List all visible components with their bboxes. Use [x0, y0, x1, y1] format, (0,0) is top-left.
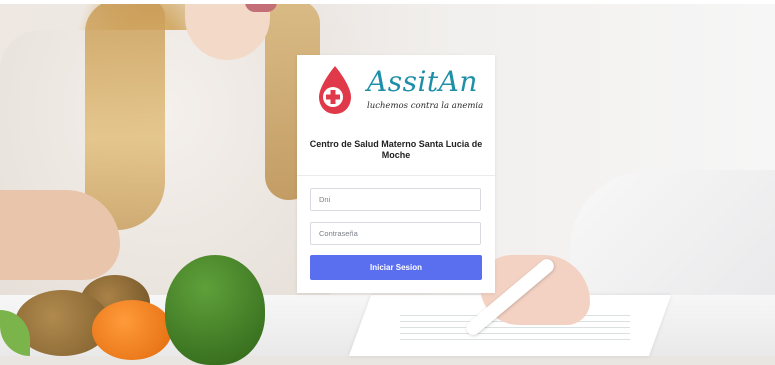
background-orange — [92, 300, 172, 360]
background-arm — [0, 190, 120, 280]
login-button[interactable]: Iniciar Sesion — [310, 255, 482, 280]
login-card: AssitAn luchemos contra la anemia Centro… — [297, 55, 495, 293]
background-hair-left — [85, 0, 165, 230]
divider — [297, 175, 495, 176]
background-avocado — [165, 255, 265, 365]
brand-tagline: luchemos contra la anemia — [367, 101, 484, 111]
brand-logo: AssitAn luchemos contra la anemia — [297, 55, 495, 125]
brand-name: AssitAn — [367, 65, 478, 98]
blood-drop-medical-cross-icon — [319, 66, 351, 114]
top-strip — [0, 0, 775, 4]
password-input[interactable]: Contraseña — [310, 222, 481, 245]
dni-input[interactable]: Dni — [310, 188, 481, 211]
health-center-name: Centro de Salud Materno Santa Lucia de M… — [309, 139, 483, 160]
